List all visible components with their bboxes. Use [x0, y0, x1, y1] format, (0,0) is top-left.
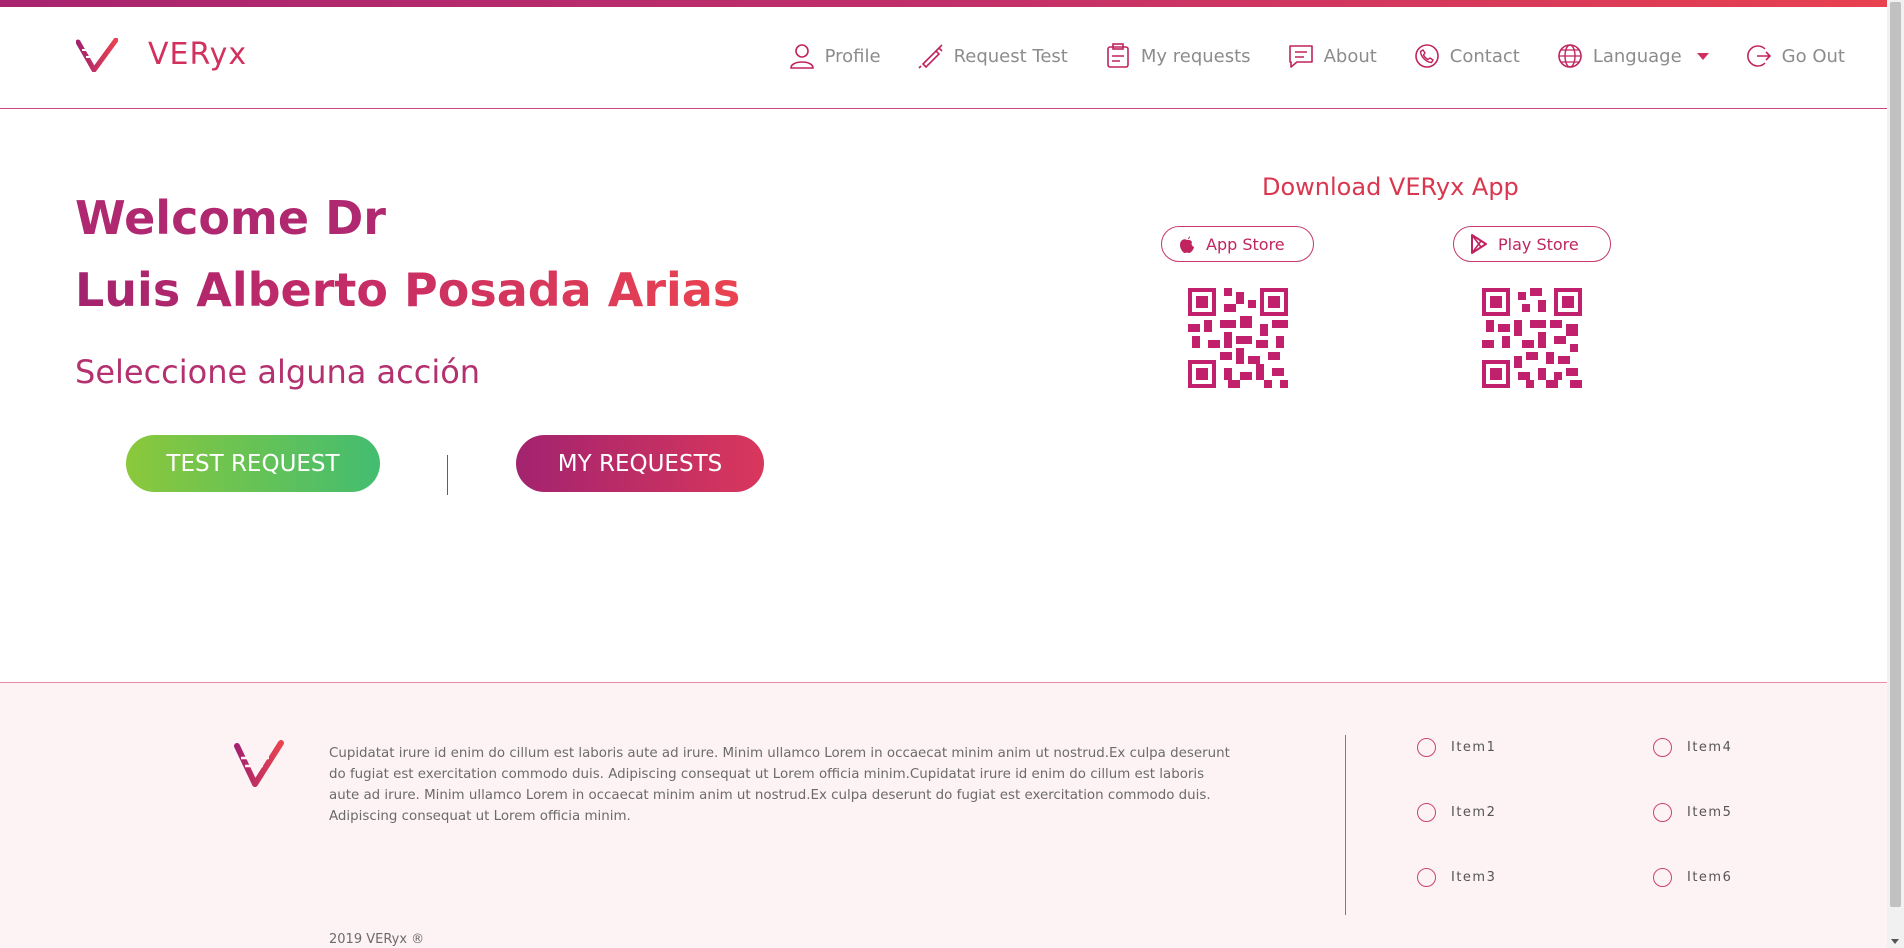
copyright: 2019 VERyx ® — [329, 932, 425, 947]
footer-item-label: Item3 — [1451, 870, 1497, 885]
welcome-heading: Welcome Dr Luis Alberto Posada Arias — [75, 182, 740, 326]
test-request-button[interactable]: TEST REQUEST — [126, 435, 380, 492]
footer-item-label: Item2 — [1451, 805, 1497, 820]
footer-item-label: Item5 — [1687, 805, 1733, 820]
header: VERyx Profile Request Test My requests A… — [0, 7, 1887, 109]
app-store-label: App Store — [1206, 234, 1285, 254]
nav-request-test-label: Request Test — [953, 45, 1068, 67]
footer: Cupidatat irure id enim do cillum est la… — [0, 682, 1887, 948]
footer-item-6[interactable]: Item6 — [1653, 868, 1732, 887]
nav-request-test[interactable]: Request Test — [917, 42, 1068, 70]
veryx-logo-icon — [76, 37, 118, 72]
nav-go-out-label: Go Out — [1781, 45, 1845, 67]
nav-about-label: About — [1323, 45, 1377, 67]
nav-about[interactable]: About — [1287, 42, 1377, 70]
chat-icon — [1288, 45, 1313, 68]
nav-my-requests-label: My requests — [1140, 45, 1251, 67]
syringe-icon — [917, 44, 943, 69]
footer-item-5[interactable]: Item5 — [1653, 803, 1732, 822]
circle-icon — [1417, 738, 1436, 757]
vertical-scrollbar[interactable] — [1887, 0, 1904, 948]
play-store-button[interactable]: Play Store — [1453, 226, 1611, 262]
globe-icon — [1558, 44, 1582, 68]
nav-language[interactable]: Language — [1556, 42, 1709, 70]
apple-icon — [1180, 236, 1194, 253]
footer-item-label: Item4 — [1687, 740, 1733, 755]
app-store-button[interactable]: App Store — [1161, 226, 1314, 262]
nav-profile[interactable]: Profile — [788, 42, 881, 70]
action-prompt: Seleccione alguna acción — [75, 353, 481, 391]
nav-my-requests[interactable]: My requests — [1104, 42, 1251, 70]
clipboard-icon — [1107, 43, 1129, 68]
footer-description: Cupidatat irure id enim do cillum est la… — [329, 746, 1230, 824]
brand[interactable]: VERyx — [76, 37, 247, 72]
footer-item-4[interactable]: Item4 — [1653, 738, 1732, 757]
play-store-label: Play Store — [1498, 234, 1579, 254]
main-nav: Profile Request Test My requests About C… — [752, 42, 1845, 70]
doctor-name: Luis Alberto Posada Arias — [75, 254, 740, 326]
nav-language-label: Language — [1592, 45, 1682, 67]
my-requests-button[interactable]: MY REQUESTS — [516, 435, 764, 492]
circle-icon — [1417, 803, 1436, 822]
play-store-qr-code — [1482, 288, 1582, 388]
download-title: Download VERyx App — [1262, 173, 1519, 201]
footer-item-label: Item1 — [1451, 740, 1497, 755]
circle-icon — [1417, 868, 1436, 887]
footer-item-2[interactable]: Item2 — [1417, 803, 1496, 822]
footer-logo-icon — [234, 740, 284, 787]
phone-icon — [1414, 44, 1439, 68]
circle-icon — [1653, 738, 1672, 757]
play-store-icon — [1471, 234, 1487, 254]
scroll-down-arrow-icon[interactable] — [1891, 939, 1899, 944]
nav-contact[interactable]: Contact — [1413, 42, 1520, 70]
scrollbar-thumb[interactable] — [1890, 2, 1901, 907]
brand-name: VERyx — [148, 37, 248, 72]
footer-divider — [1345, 735, 1346, 915]
footer-item-label: Item6 — [1687, 870, 1733, 885]
footer-item-1[interactable]: Item1 — [1417, 738, 1496, 757]
top-accent-bar — [0, 0, 1887, 7]
app-store-qr-code — [1188, 288, 1288, 388]
circle-icon — [1653, 868, 1672, 887]
nav-contact-label: Contact — [1449, 45, 1520, 67]
logout-icon — [1746, 45, 1771, 67]
welcome-line-1: Welcome Dr — [75, 191, 386, 245]
chevron-down-icon — [1696, 52, 1709, 60]
user-icon — [789, 44, 814, 69]
footer-item-3[interactable]: Item3 — [1417, 868, 1496, 887]
buttons-divider — [447, 455, 448, 495]
circle-icon — [1653, 803, 1672, 822]
nav-go-out[interactable]: Go Out — [1745, 42, 1845, 70]
nav-profile-label: Profile — [824, 45, 881, 67]
